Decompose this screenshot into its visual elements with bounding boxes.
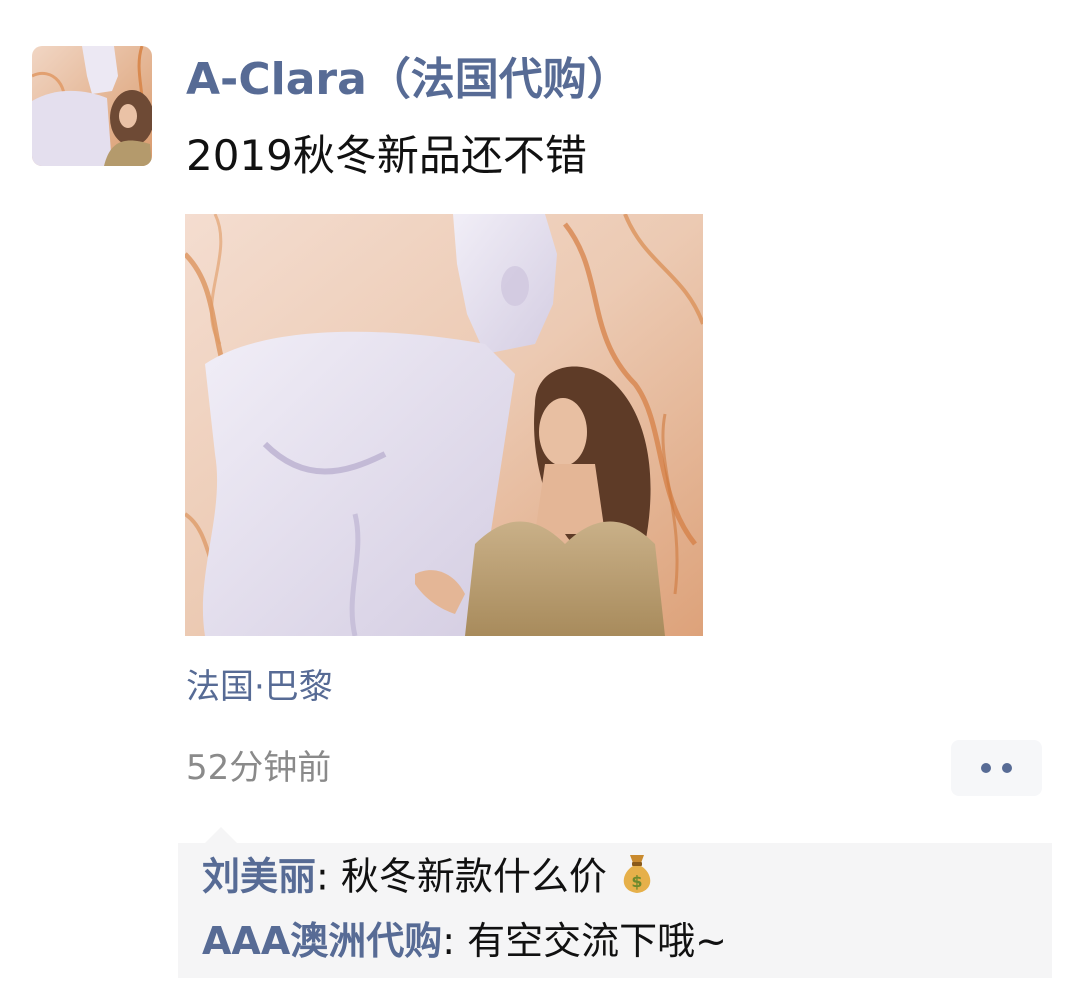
comments-pointer [204,827,238,844]
avatar[interactable] [32,46,152,166]
comment-row[interactable]: 刘美丽: 秋冬新款什么价 $ [202,851,657,907]
post-text: 2019秋冬新品还不错 [186,131,587,180]
svg-text:$: $ [631,872,642,891]
location-link[interactable]: 法国·巴黎 [186,664,333,710]
comment-separator: : [442,919,468,963]
post-time: 52分钟前 [186,748,332,788]
post-photo[interactable] [185,214,703,636]
comment-text: 有空交流下哦~ [467,919,727,963]
comment-text: 秋冬新款什么价 [340,854,607,899]
dot [981,763,991,773]
comment-user[interactable]: 刘美丽 [202,855,316,899]
moments-post: A-Clara（法国代购） 2019秋冬新品还不错 法国·巴黎 52分钟前 刘美… [0,0,1080,1003]
money-bag-icon: $ [617,851,657,907]
author-name[interactable]: A-Clara（法国代购） [186,52,631,108]
comments-section: 刘美丽: 秋冬新款什么价 $ AAA澳洲代购: 有空交流下哦~ [178,843,1052,978]
dot [1002,763,1012,773]
profile-photo [32,46,152,166]
comment-user[interactable]: AAA澳洲代购 [202,919,442,963]
comment-separator: : [316,854,341,899]
more-actions-button[interactable] [951,740,1042,796]
comment-row[interactable]: AAA澳洲代购: 有空交流下哦~ [202,916,727,966]
photo-of-woman-beside-white-statue [185,214,703,636]
